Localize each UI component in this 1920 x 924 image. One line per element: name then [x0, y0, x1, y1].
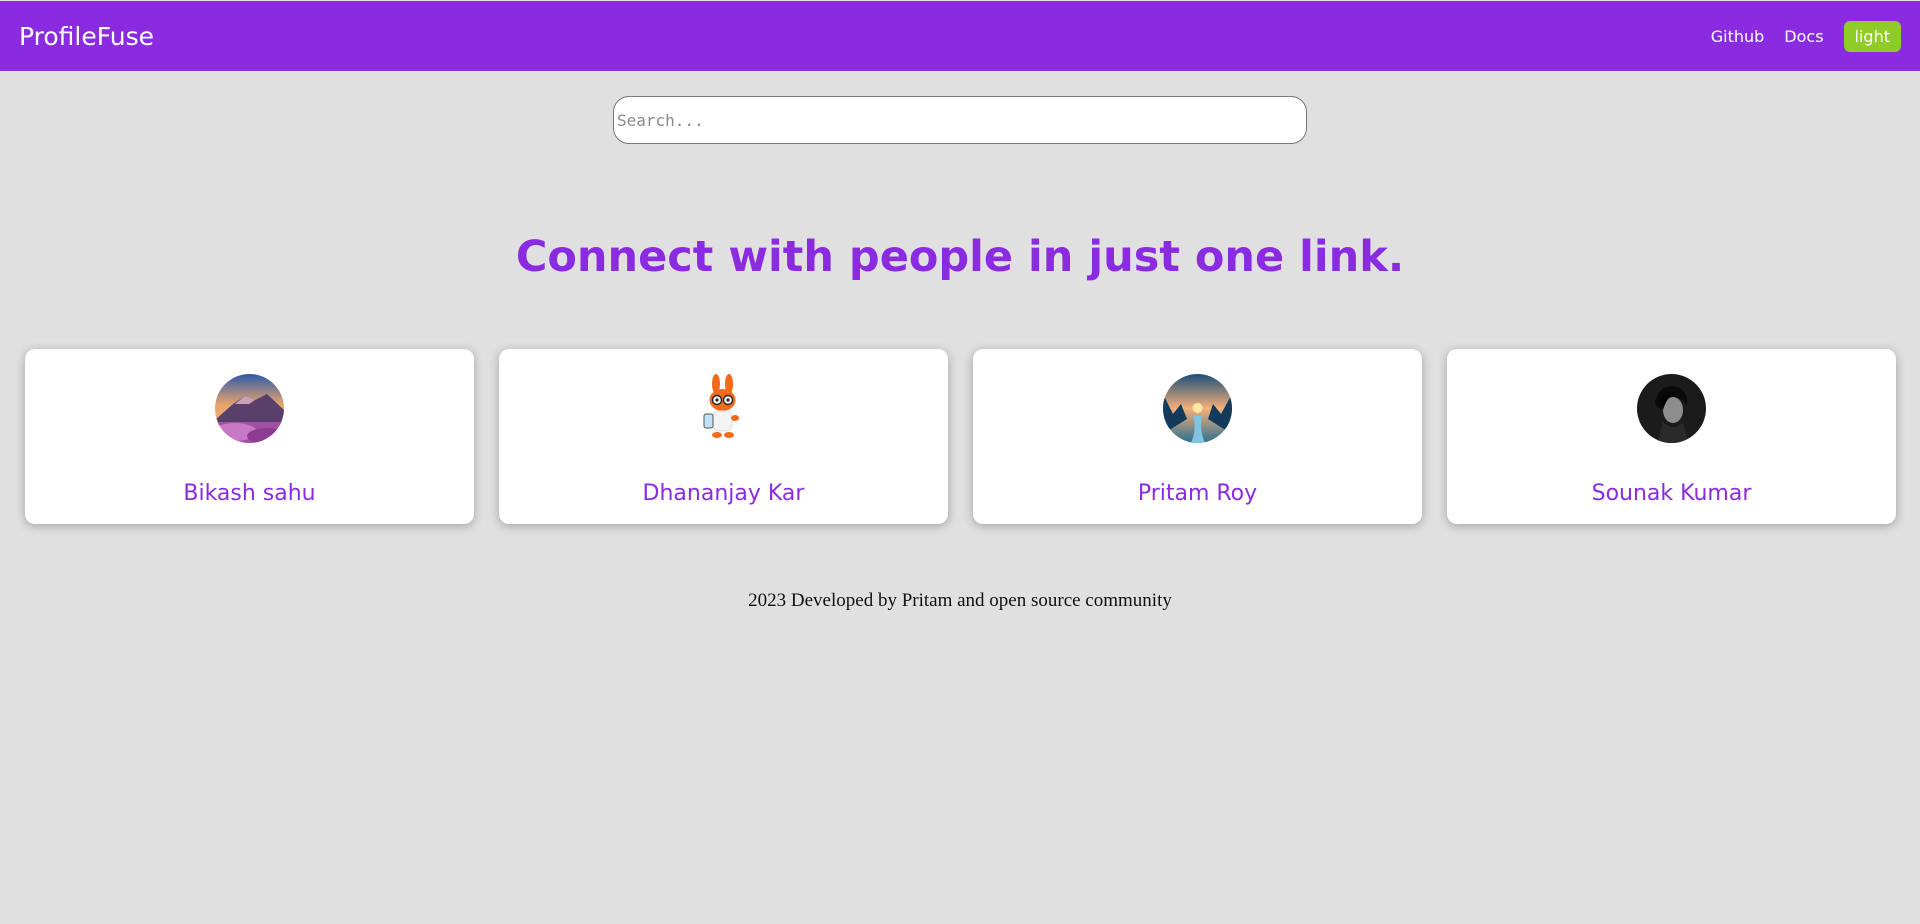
- navbar: ProfileFuse Github Docs light: [0, 1, 1920, 71]
- dark-portrait-image: [1637, 374, 1706, 443]
- avatar: [1637, 374, 1706, 443]
- sunset-valley-image: [1163, 374, 1232, 443]
- cartoon-rabbit-image: [689, 374, 758, 443]
- profile-name: Dhananjay Kar: [642, 481, 805, 506]
- mountain-landscape-image: [215, 374, 284, 443]
- avatar: [215, 374, 284, 443]
- profile-card[interactable]: Bikash sahu: [25, 349, 474, 524]
- avatar: [1163, 374, 1232, 443]
- theme-toggle-button[interactable]: light: [1843, 20, 1901, 52]
- page-headline: Connect with people in just one link.: [515, 232, 1405, 282]
- profile-name: Pritam Roy: [1137, 481, 1258, 506]
- profile-card[interactable]: Dhananjay Kar: [499, 349, 948, 524]
- profile-name: Bikash sahu: [183, 481, 316, 506]
- nav-link-github[interactable]: Github: [1711, 27, 1765, 46]
- footer-text: 2023 Developed by Pritam and open source…: [748, 590, 1172, 611]
- profile-cards: Bikash sahu Dhananjay Kar Pritam Roy Sou…: [25, 349, 1896, 524]
- nav-link-docs[interactable]: Docs: [1784, 27, 1823, 46]
- avatar: [689, 374, 758, 443]
- profile-card[interactable]: Pritam Roy: [973, 349, 1422, 524]
- nav-links: Github Docs light: [1711, 20, 1901, 52]
- search-input[interactable]: [613, 96, 1307, 144]
- profile-name: Sounak Kumar: [1591, 481, 1752, 506]
- brand-logo[interactable]: ProfileFuse: [19, 22, 154, 51]
- profile-card[interactable]: Sounak Kumar: [1447, 349, 1896, 524]
- search-bar: [613, 96, 1307, 144]
